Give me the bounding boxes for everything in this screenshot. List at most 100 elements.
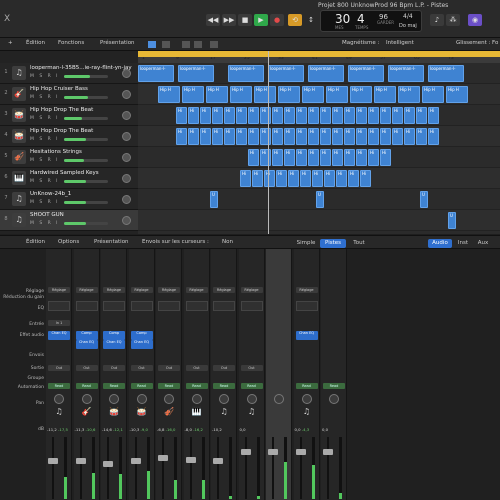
- midi-region[interactable]: Hi: [324, 170, 335, 187]
- automation-mode[interactable]: Read: [240, 383, 263, 389]
- setting-button[interactable]: Réglage: [185, 287, 208, 293]
- fader-cap[interactable]: [240, 449, 251, 456]
- track-pan-knob[interactable]: [122, 69, 131, 78]
- track-name[interactable]: Hip Hop Drop The Beat: [30, 128, 93, 134]
- fader-cap[interactable]: [48, 458, 58, 465]
- filter-audio[interactable]: Audio: [428, 239, 452, 248]
- audio-region[interactable]: looperman-l-: [228, 65, 264, 82]
- drag-select[interactable]: Fo: [492, 40, 498, 46]
- midi-region[interactable]: Hi: [320, 107, 331, 124]
- automation-mode[interactable]: Read: [323, 383, 345, 389]
- automation-mode[interactable]: Read: [213, 383, 235, 389]
- audio-effect-slot[interactable]: Chan EQ: [48, 331, 70, 340]
- fader-cap[interactable]: [268, 449, 278, 456]
- midi-region[interactable]: Hip H: [374, 86, 396, 103]
- audio-region[interactable]: looperman-l-: [268, 65, 304, 82]
- midi-region[interactable]: Hi: [288, 170, 299, 187]
- arrange-area[interactable]: 1 9 17 25 33 41 49 57 65 73 looperman-l-looperman…: [138, 51, 500, 234]
- midi-region[interactable]: Hip H: [230, 86, 252, 103]
- fader-cap[interactable]: [323, 449, 333, 456]
- channel-strip[interactable]: [266, 249, 292, 500]
- pan-knob[interactable]: [136, 394, 147, 404]
- setting-button[interactable]: Réglage: [240, 287, 263, 293]
- channel-strip[interactable]: Réglage Out Read 🎻 -6,8 -16,0: [156, 249, 182, 500]
- automation-mode[interactable]: Read: [295, 383, 318, 389]
- forward-button[interactable]: ▶▶: [222, 14, 236, 26]
- input-slot[interactable]: In 1: [48, 320, 70, 326]
- midi-region[interactable]: Hi: [308, 107, 319, 124]
- menu-edit[interactable]: Édition: [26, 40, 45, 46]
- track-volume-slider[interactable]: [64, 75, 108, 78]
- midi-region[interactable]: Hi: [348, 170, 359, 187]
- midi-region[interactable]: Hi: [332, 107, 343, 124]
- browser-button[interactable]: ◉: [468, 14, 482, 26]
- setting-button[interactable]: Réglage: [213, 287, 235, 293]
- lcd-key[interactable]: Do maj: [399, 23, 417, 29]
- track-mute-solo-buttons[interactable]: M S R I: [30, 221, 59, 226]
- metronome-button[interactable]: ♪: [430, 14, 444, 26]
- automation-mode[interactable]: Read: [103, 383, 125, 389]
- midi-region[interactable]: Hi: [308, 128, 319, 145]
- pan-knob[interactable]: [219, 394, 229, 404]
- midi-region[interactable]: Hi: [252, 170, 263, 187]
- track-volume-slider[interactable]: [64, 96, 108, 99]
- close-icon[interactable]: X: [4, 14, 10, 24]
- track-pan-knob[interactable]: [122, 216, 131, 225]
- midi-region[interactable]: Hi: [264, 170, 275, 187]
- audio-region[interactable]: looperman-l-: [138, 65, 174, 82]
- lcd-signature[interactable]: 4/4: [403, 13, 413, 20]
- track-header[interactable]: 7 ♫ UnKnow-24b_1 M S R I: [0, 189, 138, 210]
- midi-region[interactable]: Hip H: [398, 86, 420, 103]
- volume-fader[interactable]: [323, 437, 333, 499]
- eq-thumbnail[interactable]: [213, 301, 235, 311]
- track-pan-knob[interactable]: [122, 90, 131, 99]
- eq-thumbnail[interactable]: [185, 301, 208, 311]
- midi-region[interactable]: Hi: [332, 128, 343, 145]
- eq-thumbnail[interactable]: [240, 301, 263, 311]
- midi-region[interactable]: Hi: [188, 128, 199, 145]
- fader-cap[interactable]: [103, 460, 113, 467]
- midi-region[interactable]: Hi: [276, 170, 287, 187]
- channel-strip[interactable]: Réglage Comp Chan EQ Out Read 🥁 -14,6 -12,1: [101, 249, 127, 500]
- setting-button[interactable]: Réglage: [75, 287, 98, 293]
- midi-region[interactable]: Hip H: [278, 86, 300, 103]
- volume-fader[interactable]: [75, 437, 86, 499]
- eq-thumbnail[interactable]: [48, 301, 70, 311]
- channel-strip[interactable]: Réglage In 1 Chan EQ Out Read ♫ -11,2 -17,5: [46, 249, 72, 500]
- midi-region[interactable]: Hi: [380, 149, 391, 166]
- audio-effect-slot[interactable]: Chan EQ: [130, 340, 153, 349]
- eq-thumbnail[interactable]: [130, 301, 153, 311]
- midi-region[interactable]: Hi: [200, 107, 211, 124]
- track-volume-slider[interactable]: [64, 138, 108, 141]
- midi-region[interactable]: Hi: [272, 107, 283, 124]
- track-volume-slider[interactable]: [64, 117, 108, 120]
- midi-region[interactable]: Hip H: [182, 86, 204, 103]
- menu-presentation[interactable]: Présentation: [100, 40, 135, 46]
- pan-knob[interactable]: [109, 394, 119, 404]
- midi-region[interactable]: Hi: [176, 107, 187, 124]
- track-header[interactable]: 6 🎹 Hardwired Sampled Keys M S R I: [0, 168, 138, 189]
- audio-region[interactable]: looperman-l-: [428, 65, 464, 82]
- snap-select[interactable]: Intelligent: [386, 40, 414, 46]
- audio-effect-slot[interactable]: Comp: [130, 331, 153, 340]
- output-slot[interactable]: Out: [103, 365, 125, 371]
- automation-mode[interactable]: Read: [130, 383, 153, 389]
- midi-region[interactable]: Hip H: [422, 86, 444, 103]
- play-button[interactable]: ▶: [254, 14, 268, 26]
- midi-region[interactable]: Hi: [308, 149, 319, 166]
- record-button[interactable]: ●: [270, 14, 284, 26]
- pan-knob[interactable]: [246, 394, 257, 404]
- midi-region[interactable]: Hi: [416, 107, 427, 124]
- channel-strip[interactable]: Réglage Comp Chan EQ Out Read 🥁 -10,3 -9,0: [128, 249, 155, 500]
- view-simple[interactable]: Simple: [294, 239, 318, 248]
- pan-knob[interactable]: [301, 394, 312, 404]
- channel-strip[interactable]: Réglage Out Read ♫ 0,0: [238, 249, 265, 500]
- midi-region[interactable]: Hi: [284, 149, 295, 166]
- midi-region[interactable]: Hi: [392, 107, 403, 124]
- midi-region[interactable]: Hi: [224, 107, 235, 124]
- midi-region[interactable]: Hip H: [254, 86, 276, 103]
- audio-region[interactable]: looperman-l-: [348, 65, 384, 82]
- track-header[interactable]: 2 🎸 Hip Hop Cruiser Bass M S R I: [0, 84, 138, 105]
- midi-region[interactable]: Hip H: [446, 86, 468, 103]
- midi-region[interactable]: Hi: [296, 128, 307, 145]
